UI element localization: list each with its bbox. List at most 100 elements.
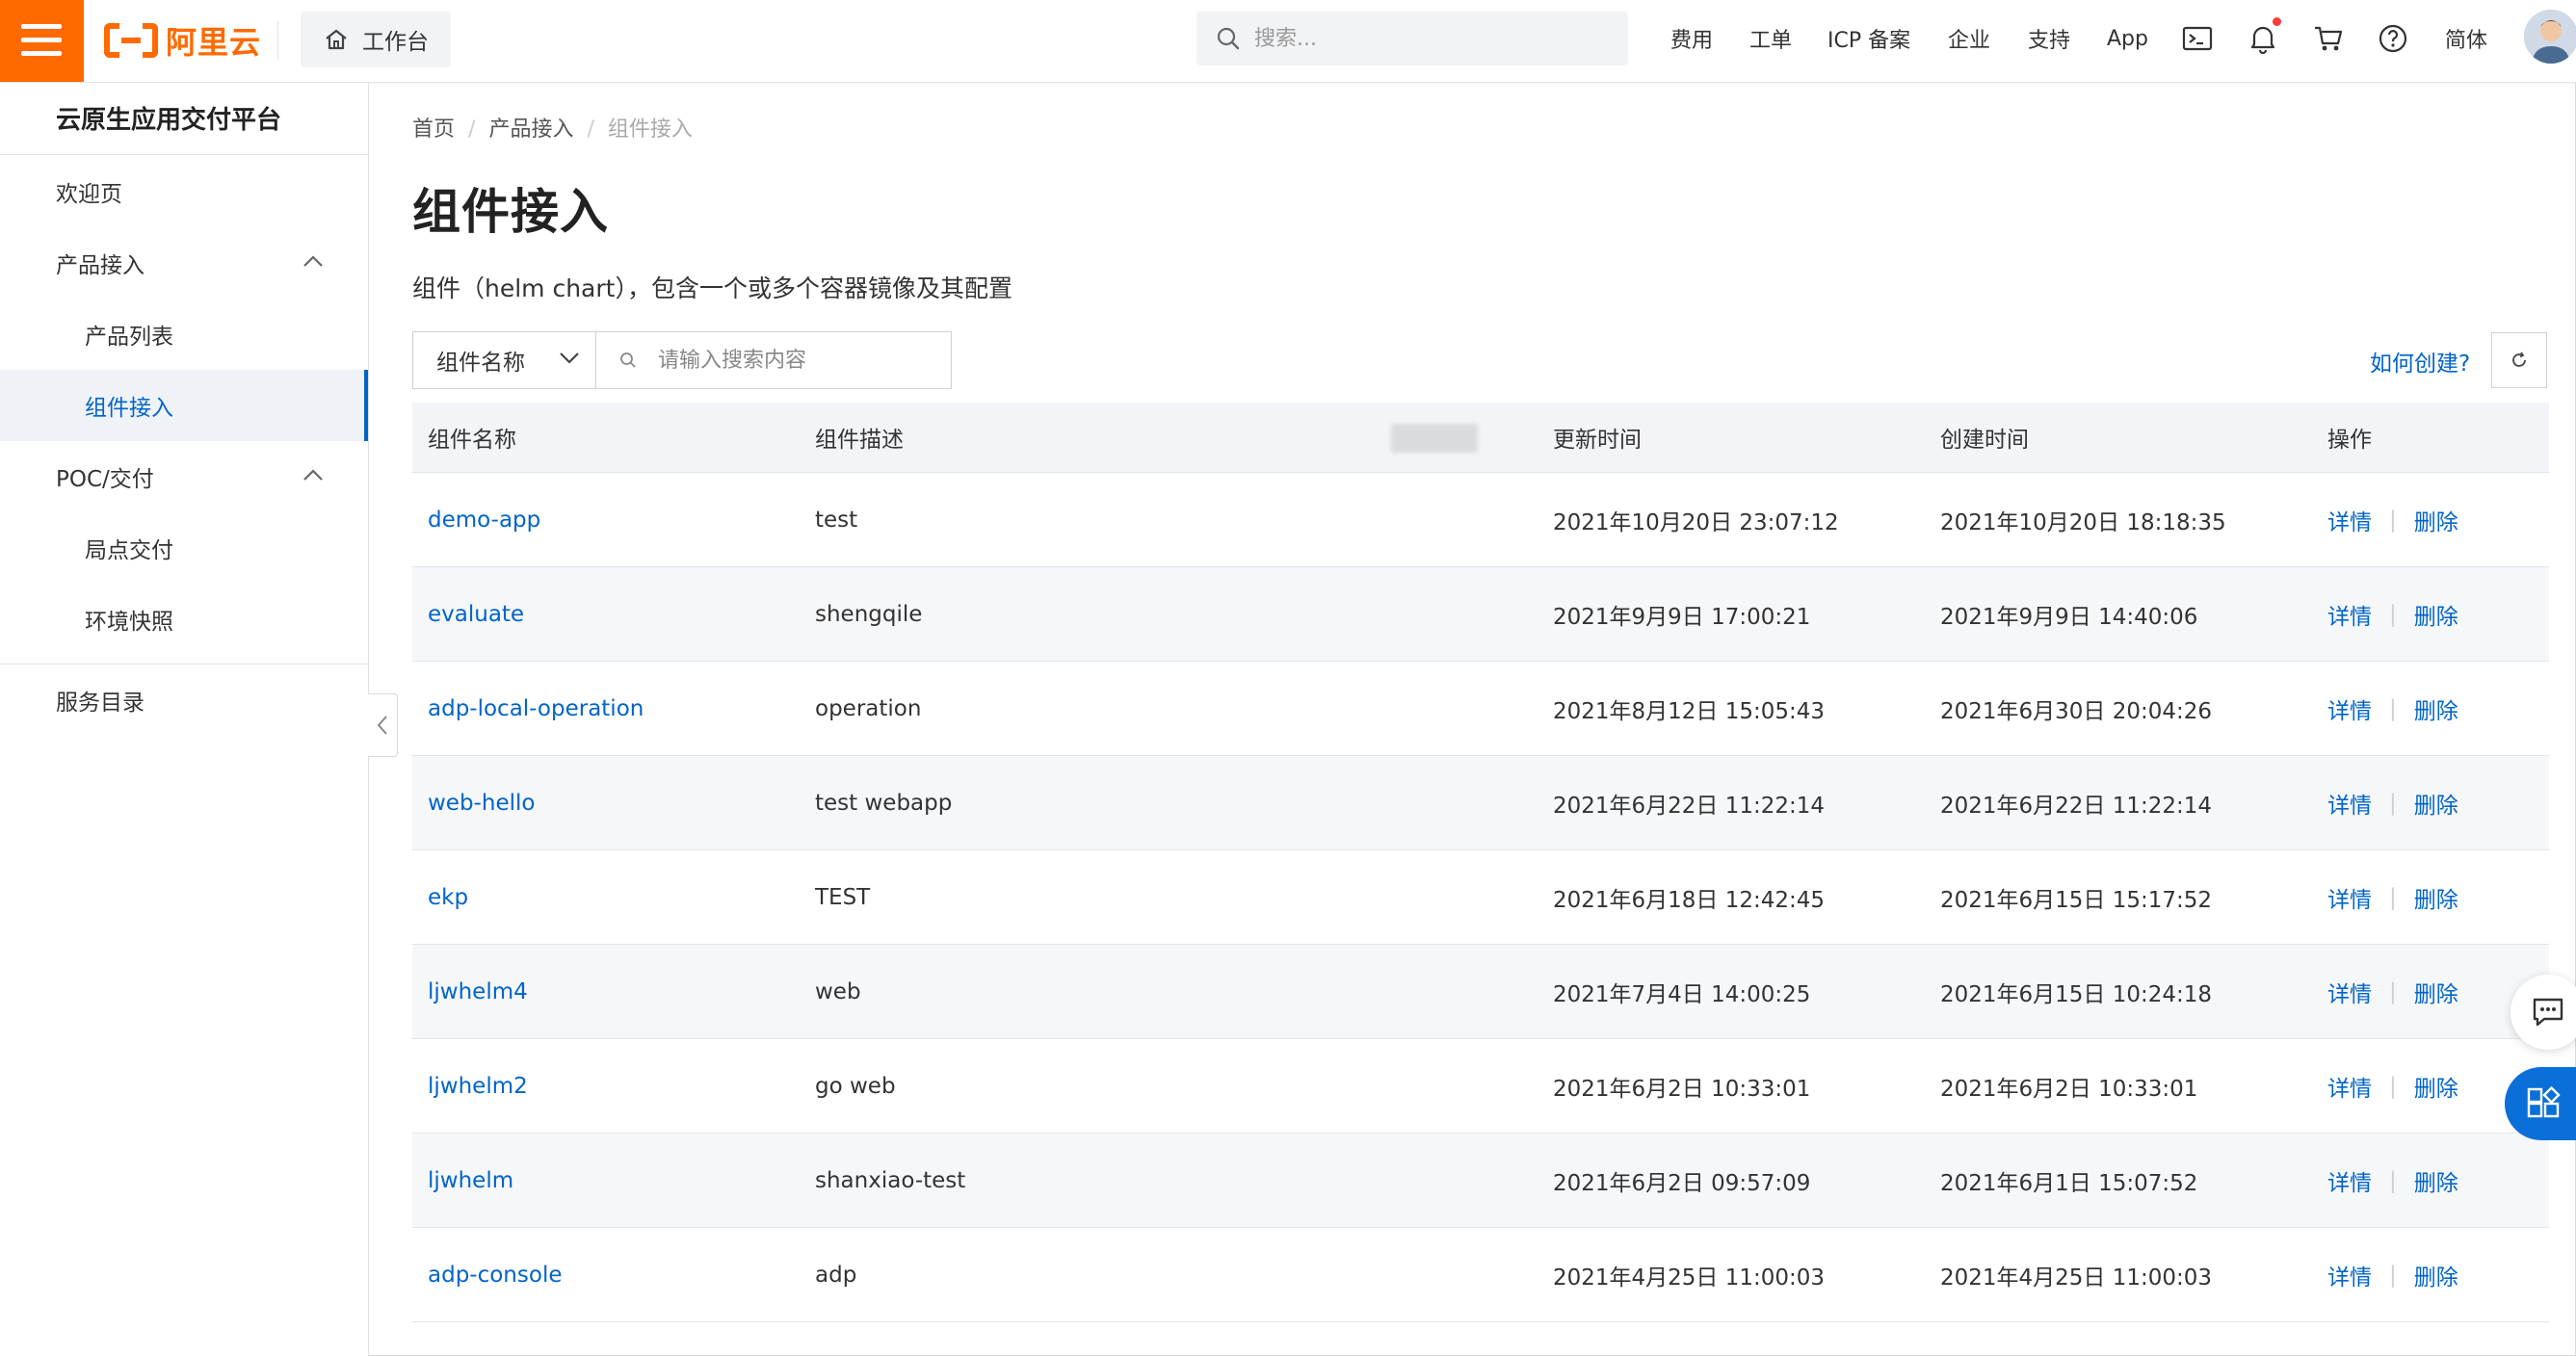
component-description: go web xyxy=(815,1073,896,1099)
created-time: 2021年9月9日 14:40:06 xyxy=(1940,604,2198,630)
nav-enterprise[interactable]: 企业 xyxy=(1948,0,1990,77)
sidebar-item-poc-delivery[interactable]: POC/交付 xyxy=(0,441,368,512)
home-icon xyxy=(326,29,347,50)
breadcrumb-home[interactable]: 首页 xyxy=(412,117,455,142)
refresh-button[interactable] xyxy=(2491,332,2547,388)
page-title: 组件接入 xyxy=(412,184,609,240)
sidebar-item-env-snapshot[interactable]: 环境快照 xyxy=(0,584,368,655)
detail-link[interactable]: 详情 xyxy=(2327,1070,2372,1103)
apps-button[interactable] xyxy=(2505,1067,2576,1140)
sidebar-collapse-button[interactable] xyxy=(368,693,398,757)
nav-billing[interactable]: 费用 xyxy=(1670,0,1713,77)
table-row: ljwhelm4 web 2021年7月4日 14:00:25 2021年6月15日 … xyxy=(412,945,2549,1039)
detail-link[interactable]: 详情 xyxy=(2327,504,2372,536)
component-name-link[interactable]: ljwhelm4 xyxy=(428,945,528,1038)
updated-time: 2021年10月20日 23:07:12 xyxy=(1553,509,1839,535)
row-actions: 详情 | 删除 xyxy=(2327,1228,2458,1321)
workbench-button[interactable]: 工作台 xyxy=(301,12,451,67)
sidebar-item-label: POC/交付 xyxy=(56,467,154,492)
global-search[interactable] xyxy=(1196,12,1628,65)
table-header: 组件名称 组件描述 更新时间 创建时间 操作 xyxy=(412,403,2549,473)
sidebar-item-service-catalog[interactable]: 服务目录 xyxy=(0,665,368,736)
divider xyxy=(277,21,278,60)
column-header-updated: 更新时间 xyxy=(1553,428,1642,453)
bell-icon[interactable] xyxy=(2246,17,2281,56)
action-separator: | xyxy=(2389,695,2397,721)
table-row: adp-console adp 2021年4月25日 11:00:03 2021年4月… xyxy=(412,1228,2549,1322)
nav-icp[interactable]: ICP 备案 xyxy=(1827,0,1910,77)
sidebar-item-welcome[interactable]: 欢迎页 xyxy=(0,156,368,227)
breadcrumb-product-onboarding[interactable]: 产品接入 xyxy=(488,117,573,142)
detail-link[interactable]: 详情 xyxy=(2327,1164,2372,1197)
component-name-link[interactable]: evaluate xyxy=(428,567,524,661)
component-name-link[interactable]: ekp xyxy=(428,850,468,944)
table-row: demo-app test 2021年10月20日 23:07:12 2021年10月… xyxy=(412,473,2549,567)
component-name-link[interactable]: demo-app xyxy=(428,473,540,566)
detail-link[interactable]: 详情 xyxy=(2327,787,2372,820)
brand-logo[interactable]: 阿里云 xyxy=(104,19,261,62)
terminal-icon[interactable] xyxy=(2180,21,2215,56)
row-actions: 详情 | 删除 xyxy=(2327,850,2458,944)
component-description: shengqile xyxy=(815,601,923,627)
updated-time: 2021年8月12日 15:05:43 xyxy=(1553,698,1826,724)
table-row: evaluate shengqile 2021年9月9日 17:00:21 2021年… xyxy=(412,567,2549,662)
delete-link[interactable]: 删除 xyxy=(2414,881,2458,914)
detail-link[interactable]: 详情 xyxy=(2327,692,2372,725)
sidebar-item-site-delivery[interactable]: 局点交付 xyxy=(0,512,368,584)
created-time: 2021年6月2日 10:33:01 xyxy=(1940,1076,2198,1102)
row-actions: 详情 | 删除 xyxy=(2327,756,2458,849)
nav-app[interactable]: App xyxy=(2107,0,2148,77)
detail-link[interactable]: 详情 xyxy=(2327,598,2372,631)
updated-time: 2021年6月2日 09:57:09 xyxy=(1553,1170,1811,1196)
sidebar-item-product-list[interactable]: 产品列表 xyxy=(0,299,368,370)
detail-link[interactable]: 详情 xyxy=(2327,881,2372,914)
workbench-label: 工作台 xyxy=(362,30,429,55)
filter-field-select[interactable]: 组件名称 xyxy=(413,332,596,388)
component-name-link[interactable]: adp-console xyxy=(428,1228,562,1321)
delete-link[interactable]: 删除 xyxy=(2414,1259,2458,1291)
row-actions: 详情 | 删除 xyxy=(2327,1134,2458,1227)
chat-button[interactable] xyxy=(2510,975,2576,1050)
nav-tickets[interactable]: 工单 xyxy=(1749,0,1792,77)
chat-icon xyxy=(2533,998,2563,1027)
component-name-link[interactable]: web-hello xyxy=(428,756,535,849)
component-name-link[interactable]: ljwhelm2 xyxy=(428,1039,528,1133)
delete-link[interactable]: 删除 xyxy=(2414,504,2458,536)
created-time: 2021年6月1日 15:07:52 xyxy=(1940,1170,2198,1196)
sidebar-item-product-onboarding[interactable]: 产品接入 xyxy=(0,227,368,299)
component-name-link[interactable]: ljwhelm xyxy=(428,1134,513,1227)
logo-icon xyxy=(104,23,158,58)
cart-icon[interactable] xyxy=(2311,21,2346,56)
delete-link[interactable]: 删除 xyxy=(2414,1070,2458,1103)
detail-link[interactable]: 详情 xyxy=(2327,1259,2372,1291)
language-switch[interactable]: 简体 xyxy=(2445,0,2487,77)
help-icon[interactable] xyxy=(2376,21,2410,56)
table-row: ljwhelm shanxiao-test 2021年6月2日 09:57:09 20… xyxy=(412,1134,2549,1228)
menu-button[interactable] xyxy=(0,0,84,82)
delete-link[interactable]: 删除 xyxy=(2414,1164,2458,1197)
table-row: adp-local-operation operation 2021年8月12日 1… xyxy=(412,662,2549,756)
nav-support[interactable]: 支持 xyxy=(2028,0,2070,77)
delete-link[interactable]: 删除 xyxy=(2414,976,2458,1008)
column-header-name: 组件名称 xyxy=(428,428,516,453)
delete-link[interactable]: 删除 xyxy=(2414,692,2458,725)
user-avatar[interactable] xyxy=(2524,10,2576,64)
search-input[interactable] xyxy=(1252,25,1603,52)
how-to-create-link[interactable]: 如何创建? xyxy=(2370,345,2470,378)
table-row: ekp TEST 2021年6月18日 12:42:45 2021年6月15日 15:… xyxy=(412,850,2549,945)
chevron-up-icon xyxy=(303,469,323,481)
delete-link[interactable]: 删除 xyxy=(2414,787,2458,820)
updated-time: 2021年7月4日 14:00:25 xyxy=(1553,981,1811,1007)
apps-icon xyxy=(2527,1086,2561,1118)
breadcrumb-current: 组件接入 xyxy=(607,117,693,142)
filter-field-label: 组件名称 xyxy=(436,351,525,376)
filter-search-input[interactable] xyxy=(656,347,949,374)
divider xyxy=(0,154,368,155)
component-name-link[interactable]: adp-local-operation xyxy=(428,662,644,755)
sidebar: 云原生应用交付平台 欢迎页 产品接入 产品列表 组件接入 POC/交付 局点交付… xyxy=(0,83,369,1356)
sidebar-item-component-onboarding[interactable]: 组件接入 xyxy=(0,370,368,441)
delete-link[interactable]: 删除 xyxy=(2414,598,2458,631)
detail-link[interactable]: 详情 xyxy=(2327,976,2372,1008)
updated-time: 2021年9月9日 17:00:21 xyxy=(1553,604,1811,630)
refresh-icon xyxy=(2512,352,2526,367)
